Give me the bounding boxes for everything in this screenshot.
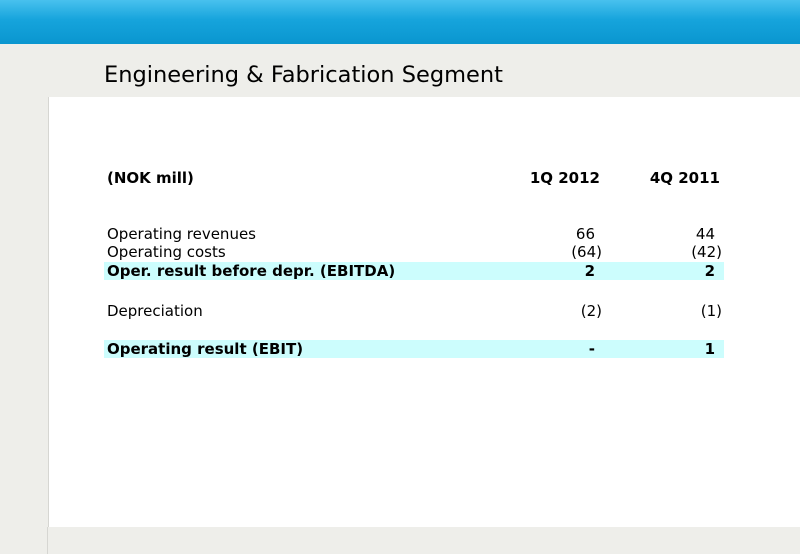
value-4q-2011: 2 xyxy=(704,262,715,280)
value-4q-2011: (42) xyxy=(691,243,722,261)
value-4q-2011: (1) xyxy=(700,302,722,320)
column-header-4q-2011: 4Q 2011 xyxy=(649,169,720,187)
value-1q-2012: 2 xyxy=(584,262,595,280)
value-4q-2011: 1 xyxy=(704,340,715,358)
table-row: Depreciation (2) (1) xyxy=(104,302,724,320)
row-label: Operating revenues xyxy=(107,225,256,243)
value-1q-2012: (64) xyxy=(571,243,602,261)
row-label: Operating costs xyxy=(107,243,226,261)
footer-corner xyxy=(0,527,48,554)
slide-title: Engineering & Fabrication Segment xyxy=(104,62,503,88)
left-margin-strip xyxy=(0,97,49,527)
table-row-ebitda: Oper. result before depr. (EBITDA) 2 2 xyxy=(104,262,724,280)
footer-band xyxy=(0,527,800,554)
row-label: Depreciation xyxy=(107,302,203,320)
value-1q-2012: (2) xyxy=(580,302,602,320)
row-label: Oper. result before depr. (EBITDA) xyxy=(107,262,396,280)
value-1q-2012: - xyxy=(588,340,595,358)
table-row: Operating costs (64) (42) xyxy=(104,243,724,261)
table-row-ebit: Operating result (EBIT) - 1 xyxy=(104,340,724,358)
header-bar xyxy=(0,0,800,44)
value-1q-2012: 66 xyxy=(575,225,595,243)
value-4q-2011: 44 xyxy=(695,225,715,243)
column-header-1q-2012: 1Q 2012 xyxy=(529,169,600,187)
table-row: Operating revenues 66 44 xyxy=(104,225,724,243)
row-label: Operating result (EBIT) xyxy=(107,340,304,358)
table-header-row: (NOK mill) 1Q 2012 4Q 2011 xyxy=(104,169,724,187)
unit-label: (NOK mill) xyxy=(107,169,194,187)
